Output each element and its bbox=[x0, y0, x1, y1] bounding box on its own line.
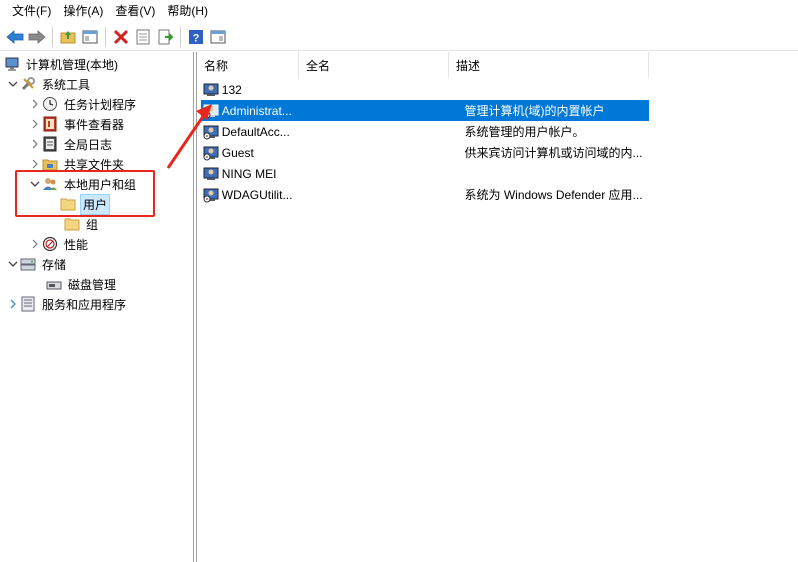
tree-item-system-tools[interactable]: 系统工具 bbox=[6, 74, 92, 94]
delete-icon[interactable] bbox=[111, 27, 131, 47]
toolbar: ? bbox=[0, 23, 798, 51]
tree-item-label: 共享文件夹 bbox=[64, 157, 125, 172]
system-tools-icon bbox=[20, 76, 36, 92]
show-hide-tree-icon[interactable] bbox=[80, 27, 100, 47]
tree-item-label: 系统工具 bbox=[42, 77, 91, 92]
tree-item-label: 计算机管理(本地) bbox=[26, 57, 118, 72]
tree-item-disk-management[interactable]: 磁盘管理 bbox=[46, 274, 118, 294]
list-item-user[interactable]: WDAGUtilit... 系统为 Windows Defender 应用... bbox=[201, 184, 649, 205]
chevron-right-icon[interactable] bbox=[28, 134, 42, 154]
tree-item-shared-folders[interactable]: 共享文件夹 bbox=[28, 154, 126, 174]
computer-management-icon bbox=[4, 56, 20, 72]
chevron-right-icon[interactable] bbox=[28, 94, 42, 114]
log-icon bbox=[42, 136, 58, 152]
tree-item-task-scheduler[interactable]: 任务计划程序 bbox=[28, 94, 138, 114]
user-icon bbox=[202, 166, 220, 182]
tree-item-global-log[interactable]: 全局日志 bbox=[28, 134, 114, 154]
list-item-user[interactable]: NING MEI bbox=[201, 163, 649, 184]
disabled-user-icon bbox=[202, 124, 220, 140]
column-header-fullname[interactable]: 全名 bbox=[299, 52, 449, 78]
chevron-down-icon[interactable] bbox=[6, 74, 20, 94]
chevron-right-icon[interactable] bbox=[28, 114, 42, 134]
back-arrow-icon[interactable] bbox=[5, 27, 25, 47]
user-icon bbox=[202, 82, 220, 98]
tree-item-performance[interactable]: 性能 bbox=[28, 234, 90, 254]
menu-bar: 文件(F) 操作(A) 查看(V) 帮助(H) bbox=[0, 0, 798, 22]
list-item-user[interactable]: Administrat... 管理计算机(域)的内置帐户 bbox=[201, 100, 649, 121]
list-item-user[interactable]: 132 bbox=[201, 79, 649, 100]
toolbar-separator bbox=[180, 26, 181, 47]
user-description: 系统为 Windows Defender 应用... bbox=[464, 188, 643, 202]
help-icon[interactable]: ? bbox=[186, 27, 206, 47]
tree-item-label: 本地用户和组 bbox=[64, 177, 137, 192]
disabled-user-icon bbox=[202, 145, 220, 161]
column-header-name[interactable]: 名称 bbox=[197, 52, 299, 78]
list-item-user[interactable]: DefaultAcc... 系统管理的用户帐户。 bbox=[201, 121, 649, 142]
user-name: Administrat... bbox=[221, 103, 292, 118]
tree-item-event-viewer[interactable]: 事件查看器 bbox=[28, 114, 126, 134]
storage-icon bbox=[20, 256, 36, 272]
menu-file[interactable]: 文件(F) bbox=[6, 0, 57, 22]
chevron-down-icon[interactable] bbox=[6, 254, 20, 274]
chevron-down-icon[interactable] bbox=[28, 174, 42, 194]
user-name: Guest bbox=[221, 145, 254, 160]
tree-item-computer-management[interactable]: 计算机管理(本地) bbox=[4, 54, 120, 74]
tree-item-users[interactable]: 用户 bbox=[60, 193, 111, 215]
user-list-pane: 名称 全名 描述 132 Administrat... 管理计算机(域)的内置帐… bbox=[196, 52, 798, 562]
clock-icon bbox=[42, 96, 58, 112]
tree-item-label: 组 bbox=[86, 217, 99, 232]
user-description: 供来宾访问计算机或访问域的内... bbox=[464, 146, 643, 160]
tree-item-label: 性能 bbox=[64, 237, 89, 252]
tree-item-label: 用户 bbox=[80, 193, 111, 215]
tree-item-label: 任务计划程序 bbox=[64, 97, 137, 112]
forward-arrow-icon[interactable] bbox=[27, 27, 47, 47]
chevron-right-icon[interactable] bbox=[6, 294, 20, 314]
up-folder-icon[interactable] bbox=[58, 27, 78, 47]
tree-item-storage[interactable]: 存储 bbox=[6, 254, 68, 274]
tree-item-label: 磁盘管理 bbox=[68, 277, 117, 292]
disk-management-icon bbox=[46, 276, 62, 292]
tree-item-services-applications[interactable]: 服务和应用程序 bbox=[6, 294, 128, 314]
user-name: NING MEI bbox=[221, 166, 277, 181]
disabled-user-icon bbox=[202, 187, 220, 203]
user-name: 132 bbox=[221, 82, 242, 97]
menu-help[interactable]: 帮助(H) bbox=[161, 0, 214, 22]
tree-item-label: 存储 bbox=[42, 257, 67, 272]
folder-icon bbox=[64, 216, 80, 232]
services-icon bbox=[20, 296, 36, 312]
list-item-user[interactable]: Guest 供来宾访问计算机或访问域的内... bbox=[201, 142, 649, 163]
disabled-user-icon bbox=[202, 103, 220, 119]
shared-folder-icon bbox=[42, 156, 58, 172]
view-pane-icon[interactable] bbox=[208, 27, 228, 47]
tree-item-groups[interactable]: 组 bbox=[64, 214, 100, 234]
navigation-tree-pane: 计算机管理(本地) 系统工具 任务计划程序 事件查看器 全局日志 共享文件夹 本… bbox=[0, 52, 194, 562]
menu-view[interactable]: 查看(V) bbox=[109, 0, 161, 22]
tree-item-label: 事件查看器 bbox=[64, 117, 125, 132]
performance-icon bbox=[42, 236, 58, 252]
event-viewer-icon bbox=[42, 116, 58, 132]
tree-item-local-users-groups[interactable]: 本地用户和组 bbox=[28, 174, 138, 194]
properties-icon[interactable] bbox=[133, 27, 153, 47]
tree-item-label: 服务和应用程序 bbox=[42, 297, 127, 312]
user-description: 管理计算机(域)的内置帐户 bbox=[464, 104, 605, 118]
user-description: 系统管理的用户帐户。 bbox=[464, 125, 585, 139]
user-name: WDAGUtilit... bbox=[221, 187, 293, 202]
export-list-icon[interactable] bbox=[155, 27, 175, 47]
toolbar-separator bbox=[52, 26, 53, 47]
folder-icon bbox=[60, 196, 76, 212]
chevron-right-icon[interactable] bbox=[28, 234, 42, 254]
user-name: DefaultAcc... bbox=[221, 124, 290, 139]
svg-text:?: ? bbox=[193, 32, 200, 44]
users-groups-icon bbox=[42, 176, 58, 192]
toolbar-separator bbox=[105, 26, 106, 47]
column-header-description[interactable]: 描述 bbox=[449, 52, 649, 78]
chevron-right-icon[interactable] bbox=[28, 154, 42, 174]
menu-action[interactable]: 操作(A) bbox=[57, 0, 109, 22]
tree-item-label: 全局日志 bbox=[64, 137, 113, 152]
